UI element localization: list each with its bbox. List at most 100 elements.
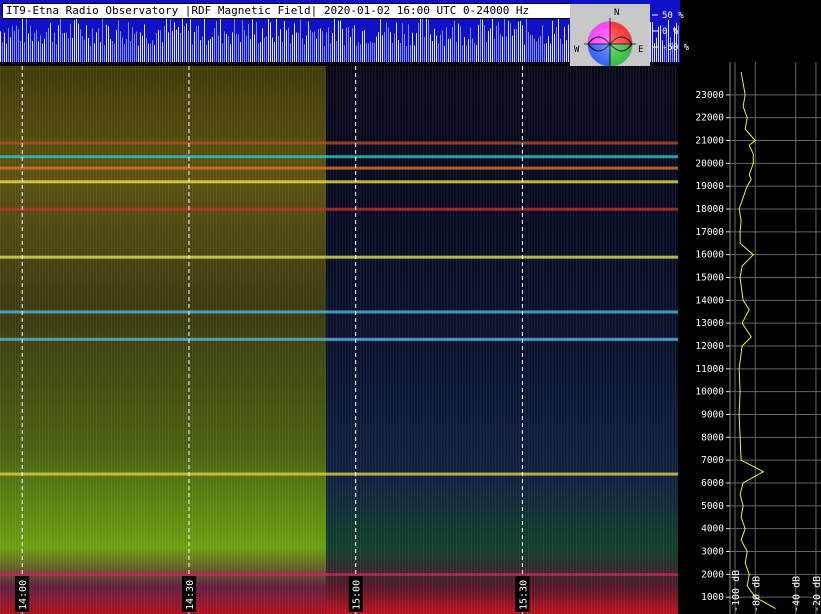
strip-tick <box>524 44 525 62</box>
strip-tick <box>136 31 137 62</box>
freq-tick-label: 9000 <box>701 410 724 421</box>
strip-tick <box>198 25 199 62</box>
compass-west: W <box>574 45 580 55</box>
strip-tick <box>368 43 369 62</box>
strip-tick <box>512 35 513 62</box>
strip-tick <box>36 29 37 62</box>
strip-tick <box>292 34 293 62</box>
strip-tick <box>274 42 275 62</box>
strip-tick <box>190 19 191 62</box>
strip-tick <box>366 43 367 62</box>
strip-tick <box>420 17 421 62</box>
strip-tick <box>148 43 149 62</box>
signal-band <box>0 207 678 211</box>
strip-tick <box>172 31 173 62</box>
strip-tick <box>132 27 133 62</box>
strip-tick <box>32 40 33 62</box>
strip-tick <box>364 30 365 62</box>
strip-tick <box>122 37 123 62</box>
strip-tick <box>294 23 295 62</box>
strip-tick <box>68 38 69 62</box>
strip-tick <box>220 19 221 62</box>
freq-tick-label: 6000 <box>701 478 724 489</box>
strip-tick <box>204 17 205 62</box>
strip-tick <box>82 36 83 62</box>
strip-tick <box>312 32 313 62</box>
strip-tick <box>14 31 15 62</box>
strip-tick <box>408 24 409 62</box>
strip-tick <box>532 35 533 62</box>
strip-tick <box>76 18 77 62</box>
strip-tick <box>270 22 271 62</box>
strip-tick <box>410 45 411 62</box>
strip-tick <box>106 24 107 62</box>
freq-tick-label: 17000 <box>695 227 724 238</box>
freq-tick-label: 12000 <box>695 341 724 352</box>
strip-tick <box>170 19 171 62</box>
freq-tick-label: 19000 <box>695 181 724 192</box>
strip-tick <box>336 40 337 62</box>
strip-tick <box>548 36 549 62</box>
strip-tick <box>42 43 43 62</box>
signal-band <box>0 472 678 476</box>
strip-tick <box>346 27 347 62</box>
strip-tick <box>186 23 187 62</box>
freq-tick-label: 13000 <box>695 318 724 329</box>
strip-tick <box>492 16 493 62</box>
strip-tick <box>94 43 95 62</box>
strip-tick <box>520 20 521 62</box>
strip-tick <box>90 45 91 62</box>
strip-tick <box>374 42 375 62</box>
strip-tick <box>402 23 403 62</box>
strip-tick <box>264 37 265 62</box>
strip-tick <box>188 30 189 62</box>
strip-tick <box>226 33 227 62</box>
strip-tick <box>534 38 535 62</box>
strip-tick <box>448 38 449 62</box>
strip-tick <box>422 18 423 62</box>
strip-tick <box>84 39 85 62</box>
strip-tick <box>110 39 111 62</box>
strip-tick <box>414 45 415 62</box>
strip-tick <box>150 43 151 62</box>
signal-band <box>0 337 678 341</box>
strip-tick <box>466 45 467 62</box>
strip-tick <box>322 31 323 62</box>
strip-tick <box>412 32 413 62</box>
strip-tick <box>228 36 229 62</box>
strip-tick <box>372 42 373 62</box>
strip-tick <box>96 32 97 62</box>
strip-tick <box>470 27 471 62</box>
strip-tick <box>514 29 515 62</box>
strip-tick <box>416 33 417 62</box>
strip-tick <box>50 23 51 62</box>
strip-tick <box>144 24 145 62</box>
freq-tick-label: 2000 <box>701 569 724 580</box>
strip-tick <box>116 29 117 62</box>
strip-tick <box>250 39 251 62</box>
strip-tick <box>160 30 161 62</box>
strip-tick <box>196 26 197 62</box>
strip-tick <box>340 20 341 62</box>
strip-tick <box>88 37 89 62</box>
strip-tick <box>278 35 279 62</box>
strip-tick <box>266 36 267 62</box>
strip-tick <box>44 38 45 62</box>
strip-tick <box>216 21 217 62</box>
strip-tick <box>86 25 87 62</box>
strip-tick <box>276 17 277 62</box>
strip-tick <box>2 42 3 62</box>
time-tick-label: 14:30 <box>185 580 196 610</box>
strip-tick <box>260 41 261 62</box>
strip-tick <box>60 17 61 62</box>
freq-tick-label: 23000 <box>695 90 724 101</box>
strip-tick <box>230 44 231 62</box>
strip-tick <box>262 28 263 62</box>
freq-tick-label: 11000 <box>695 364 724 375</box>
strip-tick <box>334 17 335 62</box>
strip-tick <box>130 41 131 62</box>
freq-tick-label: 8000 <box>701 432 724 443</box>
freq-tick-label: 1000 <box>701 592 724 603</box>
strip-tick <box>166 18 167 62</box>
strip-tick <box>540 35 541 62</box>
